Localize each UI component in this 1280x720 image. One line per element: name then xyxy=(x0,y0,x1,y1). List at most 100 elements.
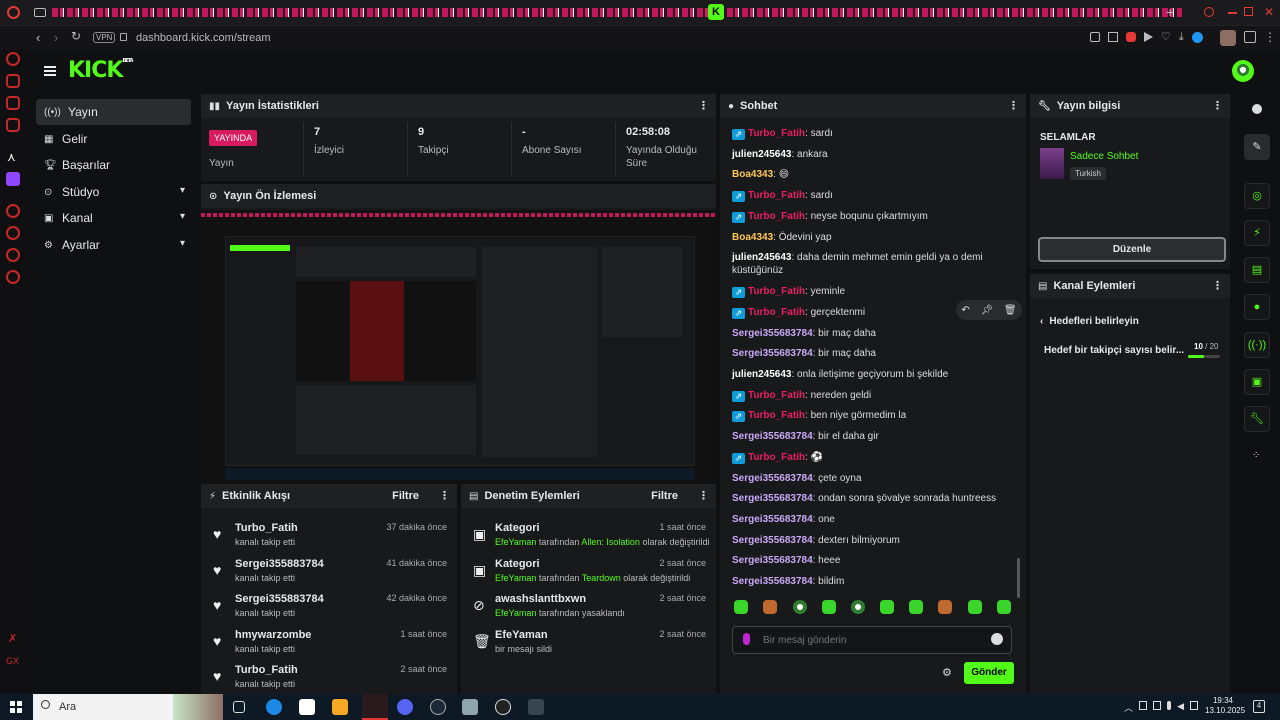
notifications-icon[interactable]: 4 xyxy=(1253,700,1265,713)
heart-icon[interactable]: ♡ xyxy=(1161,32,1171,44)
category-name[interactable]: Sadece Sohbet xyxy=(1070,151,1138,162)
chat-messages[interactable]: ⇗ Turbo_Fatih: sardı julien245643: ankara B… xyxy=(720,118,1026,594)
discord-icon[interactable] xyxy=(397,699,413,715)
chat-message[interactable]: Sergei355683784: dexterı bilmiyorum xyxy=(732,534,1002,547)
chat-message[interactable]: ⇗ Turbo_Fatih: sardı xyxy=(732,189,1002,203)
sidebar-settings-icon[interactable] xyxy=(6,270,20,284)
back-icon[interactable]: ‹ xyxy=(36,30,40,45)
chat-message[interactable]: Sergei355683784: bir maç daha xyxy=(732,327,1002,340)
emote-icon[interactable] xyxy=(909,600,923,614)
chat-message[interactable]: Sergei355683784: heee xyxy=(732,554,1002,567)
forward-icon[interactable]: › xyxy=(54,30,58,45)
bookmark-icon[interactable] xyxy=(1090,32,1100,42)
nav-item-basarilar[interactable]: 🏆︎ Başarılar xyxy=(36,152,191,178)
download-icon[interactable]: ⤓ xyxy=(1179,32,1184,44)
filter-button[interactable]: Filtre xyxy=(392,490,419,502)
sidebar-player-icon[interactable] xyxy=(6,204,20,218)
chat-username[interactable]: Sergei355683784 xyxy=(732,493,813,504)
emote-icon[interactable] xyxy=(734,600,748,614)
tray-display-icon[interactable] xyxy=(1139,701,1147,710)
chat-message[interactable]: julien245643: onla iletişime geçiyorum b… xyxy=(732,368,1002,381)
chat-settings-icon[interactable]: ⚙ xyxy=(942,666,952,679)
chat-username[interactable]: Turbo_Fatih xyxy=(748,390,805,401)
chat-input-box[interactable] xyxy=(732,626,1012,654)
goal-label[interactable]: Hedef bir takipçi sayısı belir... xyxy=(1044,345,1184,356)
chat-username[interactable]: Sergei355683784 xyxy=(732,348,813,359)
chat-message[interactable]: Sergei355683784: ondan sonra şövalye son… xyxy=(732,492,1002,505)
tab-list-icon[interactable] xyxy=(34,8,46,17)
stream-video-player[interactable] xyxy=(201,210,716,483)
more-options-icon[interactable]: ⋮ xyxy=(1212,99,1223,112)
task-view-icon[interactable] xyxy=(233,701,245,713)
tray-keyboard-icon[interactable] xyxy=(1190,701,1198,710)
chat-message[interactable]: ⇗ Turbo_Fatih: neyse boqunu çıkartmıyım xyxy=(732,210,1002,223)
chat-message[interactable]: ⇗ Turbo_Fatih: ben niye görmedim la xyxy=(732,409,1002,423)
pin-icon[interactable]: 📌︎ xyxy=(980,305,993,316)
extension-icon[interactable] xyxy=(1191,32,1203,43)
event-user[interactable]: Turbo_Fatih xyxy=(235,664,298,676)
sidebar-history-icon[interactable] xyxy=(6,226,20,240)
taskbar-search-box[interactable]: Ara xyxy=(33,694,223,720)
chat-message[interactable]: Sergei355683784: bildim xyxy=(732,575,1002,588)
send-button[interactable]: Gönder xyxy=(964,662,1014,684)
chat-message[interactable]: Sergei355683784: bir el daha gir xyxy=(732,430,1002,443)
chat-username[interactable]: Sergei355683784 xyxy=(732,473,813,484)
player-icon[interactable] xyxy=(1144,32,1153,42)
tray-chevron-icon[interactable]: ︿ xyxy=(1124,701,1133,713)
more-options-icon[interactable]: ⋮ xyxy=(1212,279,1223,292)
reload-icon[interactable]: ↻ xyxy=(71,29,81,43)
more-options-icon[interactable]: ⋮ xyxy=(698,99,709,112)
chat-message[interactable]: ⇗ Turbo_Fatih: ⚽ xyxy=(732,451,1002,464)
channel-button[interactable]: ▣ xyxy=(1244,369,1270,395)
apps-icon[interactable]: ⁘ xyxy=(1252,450,1260,461)
actor-link[interactable]: EfeYaman xyxy=(495,608,536,618)
chat-username[interactable]: Turbo_Fatih xyxy=(748,307,805,318)
chat-message[interactable]: Boa4343: Ödevini yap xyxy=(732,231,1002,244)
chat-username[interactable]: Sergei355683784 xyxy=(732,555,813,566)
actor-link[interactable]: EfeYaman xyxy=(495,537,536,547)
chat-username[interactable]: julien245643 xyxy=(732,149,791,160)
search-tabs-icon[interactable] xyxy=(1204,7,1214,17)
chat-username[interactable]: Turbo_Fatih xyxy=(748,190,805,201)
user-avatar[interactable] xyxy=(1232,60,1254,82)
delete-icon[interactable]: 🗑︎ xyxy=(1004,305,1017,316)
chat-username[interactable]: Boa4343 xyxy=(732,232,773,243)
emote-icon[interactable] xyxy=(822,600,836,614)
category-link[interactable]: Teardown xyxy=(582,573,621,583)
nav-item-ayarlar[interactable]: ⚙ Ayarlar ▾ xyxy=(36,232,191,258)
emote-icon[interactable] xyxy=(851,600,865,614)
adblock-icon[interactable] xyxy=(1126,32,1136,42)
more-options-icon[interactable]: ⋮ xyxy=(439,489,450,502)
minimize-icon[interactable] xyxy=(1228,12,1237,14)
broadcast-button[interactable]: ((·)) xyxy=(1244,332,1270,358)
tray-volume-icon[interactable]: ◀ xyxy=(1177,701,1184,713)
more-options-icon[interactable]: ⋮ xyxy=(698,489,709,502)
explorer-icon[interactable] xyxy=(332,699,348,715)
menu-dots-icon[interactable]: ⋮ xyxy=(1264,30,1276,44)
chat-message[interactable]: Sergei355683784: one xyxy=(732,513,1002,526)
emote-icon[interactable] xyxy=(880,600,894,614)
chat-username[interactable]: Sergei355683784 xyxy=(732,328,813,339)
tray-network-icon[interactable] xyxy=(1152,701,1161,710)
chat-message[interactable]: julien245643: daha demin mehmet emin gel… xyxy=(732,251,1002,277)
tab-strip[interactable] xyxy=(52,8,1182,17)
edit-pencil-button[interactable]: ✎ xyxy=(1244,134,1270,160)
notes-button[interactable]: ▤ xyxy=(1244,257,1270,283)
info-icon[interactable] xyxy=(1252,104,1262,114)
edit-button[interactable]: Düzenle xyxy=(1038,237,1226,262)
chat-scrollbar[interactable] xyxy=(1017,558,1020,598)
back-goals-link[interactable]: ‹ Hedefleri belirleyin xyxy=(1040,316,1139,327)
profile-avatar-icon[interactable] xyxy=(1220,30,1236,46)
emoji-picker-icon[interactable] xyxy=(991,633,1003,645)
chat-message[interactable]: ⇗ Turbo_Fatih: nereden geldi xyxy=(732,389,1002,402)
sidebar-messenger-icon[interactable] xyxy=(6,96,20,110)
sidebar-youtube-icon[interactable] xyxy=(6,118,20,132)
nav-item-yayin[interactable]: ((•)) Yayın xyxy=(36,99,191,125)
kick-tab-icon[interactable]: K xyxy=(708,4,724,20)
clip-button[interactable]: ◎ xyxy=(1244,183,1270,209)
snapshot-icon[interactable] xyxy=(1108,32,1118,42)
chat-username[interactable]: Sergei355683784 xyxy=(732,431,813,442)
easy-setup-icon[interactable] xyxy=(1244,31,1256,43)
nav-item-kanal[interactable]: ▣ Kanal ▾ xyxy=(36,205,191,231)
close-window-icon[interactable]: ✕ xyxy=(1264,5,1274,19)
